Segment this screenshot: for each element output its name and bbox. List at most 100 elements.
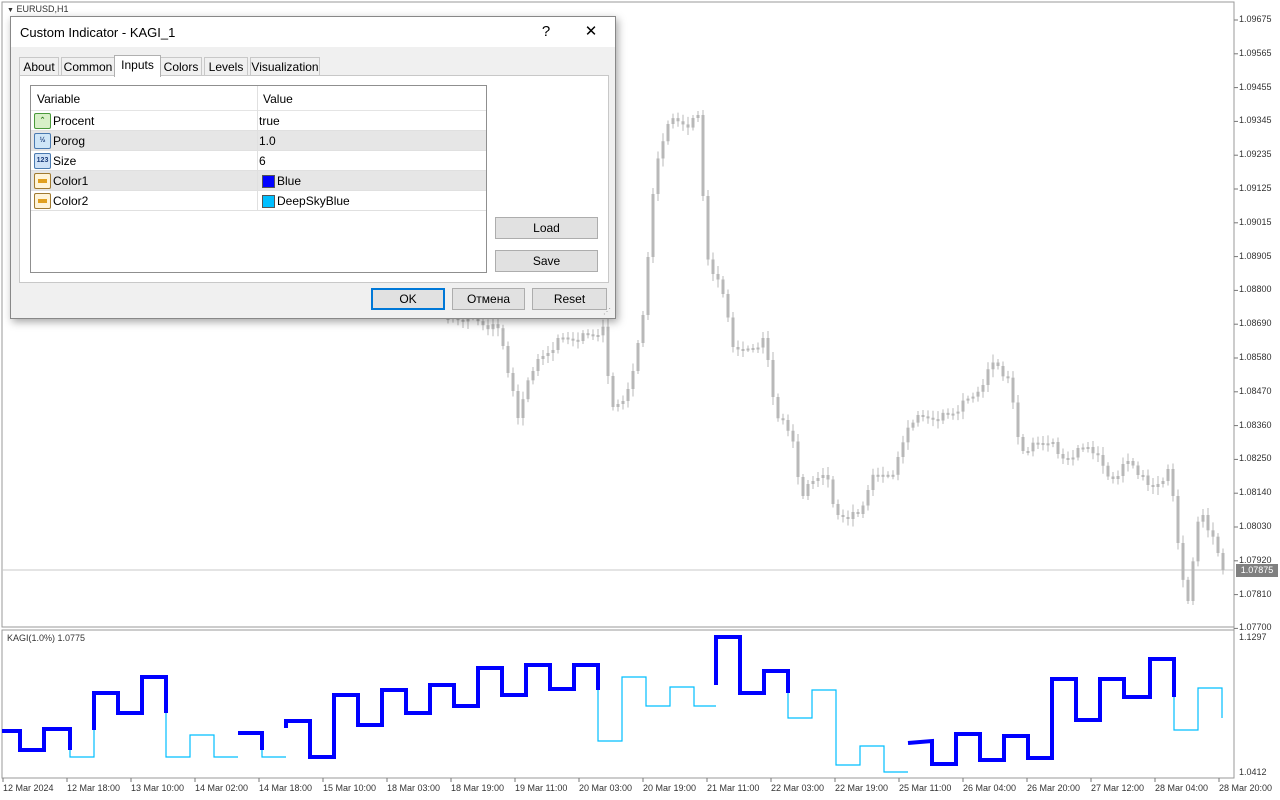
- time-label: 15 Mar 10:00: [323, 783, 377, 793]
- inputs-table: Variable Value ⌃ Procent true ½ Porog 1.…: [30, 85, 487, 273]
- candle-body: [1111, 476, 1115, 479]
- candle-body: [976, 391, 980, 397]
- row-value[interactable]: true: [259, 114, 280, 128]
- time-label: 18 Mar 19:00: [451, 783, 505, 793]
- integer-icon: 123: [34, 153, 51, 169]
- cancel-button[interactable]: Отмена: [452, 288, 525, 310]
- candle-body: [541, 356, 545, 359]
- candle-body: [521, 399, 525, 418]
- reset-button[interactable]: Reset: [532, 288, 607, 310]
- price-label: 1.08580: [1239, 352, 1272, 362]
- row-value[interactable]: 6: [259, 154, 266, 168]
- price-label: 1.09675: [1239, 14, 1272, 24]
- table-row[interactable]: ½ Porog 1.0: [31, 131, 486, 151]
- candle-body: [996, 362, 1000, 366]
- tab-about[interactable]: About: [19, 57, 59, 76]
- column-variable: Variable: [37, 92, 81, 106]
- candle-body: [1131, 461, 1135, 466]
- candle-body: [616, 404, 620, 407]
- candle-body: [991, 362, 995, 370]
- price-label: 1.09565: [1239, 47, 1272, 58]
- tab-inputs[interactable]: Inputs: [114, 55, 161, 77]
- candle-body: [591, 334, 595, 337]
- row-variable: Size: [53, 154, 77, 168]
- candle-body: [966, 398, 970, 401]
- candle-body: [851, 512, 855, 519]
- candle-body: [1071, 457, 1075, 460]
- candle-body: [596, 335, 600, 337]
- candle-body: [981, 385, 985, 392]
- candle-body: [1181, 543, 1185, 580]
- color-icon: [34, 173, 51, 189]
- current-price-label: 1.07875: [1236, 564, 1278, 577]
- candle-body: [796, 441, 800, 477]
- row-value[interactable]: DeepSkyBlue: [277, 194, 350, 208]
- candle-body: [561, 337, 565, 340]
- candle-body: [741, 349, 745, 351]
- candle-body: [696, 115, 700, 118]
- time-label: 13 Mar 10:00: [131, 783, 185, 793]
- candle-body: [686, 124, 690, 128]
- time-label: 20 Mar 19:00: [643, 783, 697, 793]
- row-variable: Color2: [53, 194, 89, 208]
- tab-levels[interactable]: Levels: [204, 57, 248, 76]
- kagi-line-segment: [92, 675, 168, 730]
- candle-body: [581, 333, 585, 341]
- time-label: 18 Mar 03:00: [387, 783, 441, 793]
- tab-colors[interactable]: Colors: [160, 57, 202, 76]
- candle-body: [836, 504, 840, 515]
- resize-grip-icon[interactable]: ⋰: [603, 307, 611, 316]
- candle-body: [776, 397, 780, 419]
- candle-body: [911, 422, 915, 428]
- candle-body: [1006, 376, 1010, 379]
- price-label: 1.08690: [1239, 318, 1272, 329]
- table-row[interactable]: ⌃ Procent true: [31, 111, 486, 131]
- ok-button[interactable]: OK: [371, 288, 445, 310]
- candle-body: [1191, 561, 1195, 601]
- candle-body: [956, 411, 960, 414]
- kagi-line-segment: [2, 727, 72, 752]
- save-button[interactable]: Save: [495, 250, 598, 272]
- indicator-window-frame: [1, 629, 1235, 779]
- candle-body: [491, 324, 495, 330]
- boolean-icon: ⌃: [34, 113, 51, 129]
- time-label: 22 Mar 19:00: [835, 783, 889, 793]
- time-label: 28 Mar 20:00: [1219, 783, 1273, 793]
- candle-body: [556, 338, 560, 350]
- collapse-icon[interactable]: ▼: [7, 7, 14, 14]
- candle-body: [736, 347, 740, 350]
- close-button[interactable]: ✕: [569, 17, 613, 47]
- time-label: 26 Mar 04:00: [963, 783, 1017, 793]
- candle-body: [916, 415, 920, 423]
- row-value[interactable]: Blue: [277, 174, 301, 188]
- candle-body: [881, 474, 885, 477]
- candle-body: [886, 474, 890, 477]
- tab-common[interactable]: Common: [61, 57, 115, 76]
- table-row[interactable]: Color2 DeepSkyBlue: [31, 191, 486, 211]
- candle-body: [671, 118, 675, 124]
- help-button[interactable]: ?: [524, 17, 568, 47]
- candle-body: [1086, 447, 1090, 449]
- kagi-line-segment: [284, 663, 600, 759]
- price-label: 1.09455: [1239, 81, 1272, 92]
- candle-body: [786, 420, 790, 431]
- row-value[interactable]: 1.0: [259, 134, 276, 148]
- candle-body: [536, 359, 540, 371]
- tab-visualization[interactable]: Visualization: [250, 57, 320, 76]
- table-row[interactable]: Color1 Blue: [31, 171, 486, 191]
- table-row[interactable]: 123 Size 6: [31, 151, 486, 171]
- dialog-title-bar[interactable]: Custom Indicator - KAGI_1 ? ✕: [11, 17, 615, 47]
- candle-body: [1106, 465, 1110, 477]
- table-header: Variable Value: [31, 86, 486, 111]
- price-label: 1.08140: [1239, 487, 1272, 498]
- candle-body: [701, 115, 705, 196]
- load-button[interactable]: Load: [495, 217, 598, 239]
- candle-body: [861, 505, 865, 514]
- column-value: Value: [263, 92, 293, 106]
- candle-body: [461, 319, 465, 322]
- candle-body: [921, 415, 925, 417]
- kagi-line-segment: [714, 635, 790, 695]
- candle-body: [586, 333, 590, 336]
- candle-body: [791, 430, 795, 442]
- candle-body: [756, 347, 760, 350]
